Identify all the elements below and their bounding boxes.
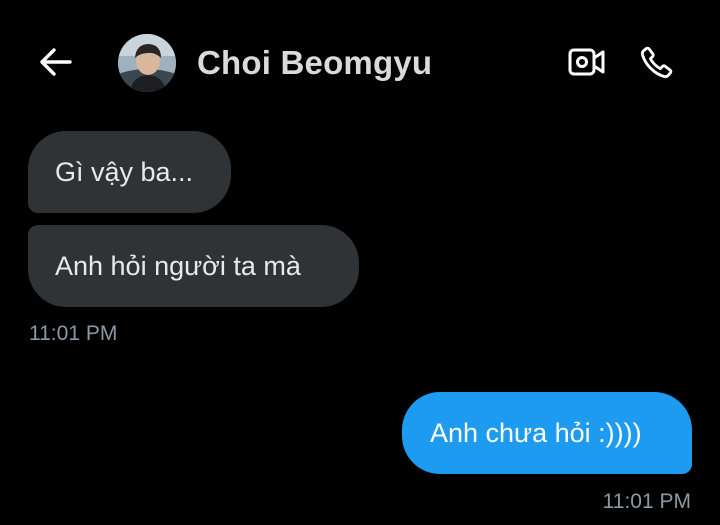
voice-call-button[interactable] — [636, 42, 678, 82]
video-camera-icon — [568, 48, 605, 76]
message-text: Gì vậy ba... — [55, 156, 194, 187]
phone-icon — [640, 46, 673, 79]
message-bubble-incoming[interactable]: Anh hỏi người ta mà — [28, 225, 359, 307]
video-call-button[interactable] — [566, 42, 608, 82]
profile-photo — [118, 34, 176, 92]
message-bubble-incoming[interactable]: Gì vậy ba... — [28, 131, 231, 213]
message-text: Anh chưa hỏi :)))) — [430, 417, 642, 448]
message-timestamp: 11:01 PM — [29, 322, 118, 345]
conversation-header: Choi Beomgyu — [0, 0, 720, 120]
back-button[interactable] — [36, 42, 76, 82]
message-bubble-outgoing[interactable]: Anh chưa hỏi :)))) — [402, 392, 692, 474]
message-text: Anh hỏi người ta mà — [55, 250, 301, 281]
message-timestamp: 11:01 PM — [602, 490, 691, 513]
avatar[interactable] — [118, 34, 176, 92]
contact-name[interactable]: Choi Beomgyu — [197, 44, 432, 82]
arrow-left-icon — [40, 48, 72, 76]
